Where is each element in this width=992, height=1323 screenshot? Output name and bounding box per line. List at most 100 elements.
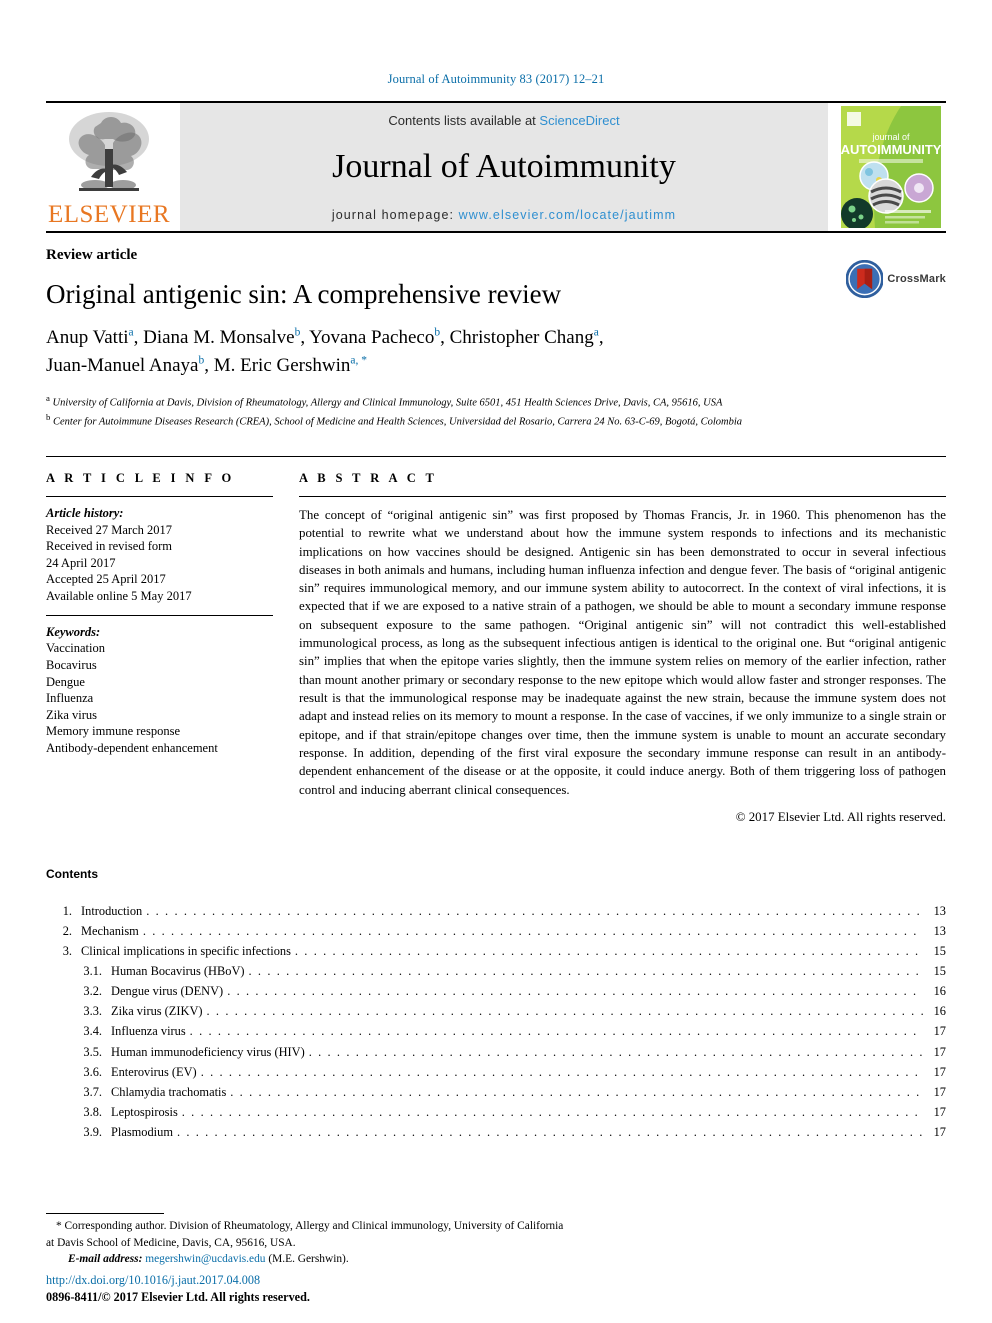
toc-entry[interactable]: 3.5. Human immunodeficiency virus (HIV) …: [46, 1042, 946, 1062]
toc-leader-dots: . . . . . . . . . . . . . . . . . . . . …: [230, 1084, 923, 1099]
running-head: Journal of Autoimmunity 83 (2017) 12–21: [387, 72, 605, 86]
author-item[interactable]: Juan-Manuel Anayab: [46, 355, 204, 376]
journal-homepage-prefix: journal homepage:: [331, 207, 459, 222]
toc-label: Clinical implications in specific infect…: [81, 944, 291, 959]
toc-page-number: 17: [933, 1084, 946, 1099]
keyword-item: Bocavirus: [46, 657, 97, 672]
toc-label: Introduction: [81, 903, 143, 918]
toc-number: 3.4.: [83, 1024, 102, 1039]
cover-image: journal of AUTOIMMUNITY: [841, 106, 941, 228]
toc-entry[interactable]: 3.7. Chlamydia trachomatis . . . . . . .…: [46, 1082, 946, 1102]
author-affil-mark: a, *: [350, 354, 368, 367]
toc-leader-dots: . . . . . . . . . . . . . . . . . . . . …: [200, 1064, 923, 1079]
keyword-item: Vaccination: [46, 641, 106, 656]
author-item[interactable]: M. Eric Gershwina, *: [214, 355, 367, 376]
toc-entry[interactable]: 3.6. Enterovirus (EV) . . . . . . . . . …: [46, 1062, 946, 1082]
abstract-text: The concept of “original antigenic sin” …: [299, 507, 946, 797]
contents-available-line: Contents lists available at ScienceDirec…: [388, 113, 619, 128]
toc-entry[interactable]: 3.2. Dengue virus (DENV) . . . . . . . .…: [46, 981, 946, 1001]
author-affil-mark: a: [593, 327, 599, 340]
journal-homepage-link[interactable]: www.elsevier.com/locate/jautimm: [459, 208, 677, 222]
toc-label: Zika virus (ZIKV): [111, 1004, 203, 1019]
toc-leader-dots: . . . . . . . . . . . . . . . . . . . . …: [142, 924, 923, 939]
toc-number: 1.: [62, 903, 72, 918]
elsevier-tree-icon: [61, 109, 157, 201]
footnote-rule: [46, 1213, 164, 1215]
toc-label: Influenza virus: [111, 1024, 186, 1039]
toc-label: Dengue virus (DENV): [111, 984, 224, 999]
abstract-copyright: © 2017 Elsevier Ltd. All rights reserved…: [735, 809, 946, 824]
toc-number: 3.2.: [83, 984, 102, 999]
keyword-item: Memory immune response: [46, 724, 181, 739]
toc-number: 3.5.: [83, 1044, 102, 1059]
article-history-item: Received in revised form: [46, 539, 172, 554]
toc-entry[interactable]: 3.4. Influenza virus . . . . . . . . . .…: [46, 1021, 946, 1041]
author-item[interactable]: Christopher Changa: [450, 327, 599, 348]
journal-article-page: Journal of Autoimmunity 83 (2017) 12–21: [0, 0, 992, 1323]
toc-entry[interactable]: 2. Mechanism . . . . . . . . . . . . . .…: [46, 921, 946, 941]
contents-available-prefix: Contents lists available at: [388, 112, 540, 128]
author-list: Anup Vattia, Diana M. Monsalveb, Yovana …: [46, 327, 604, 376]
footnote-text: * Corresponding author. Division of Rheu…: [46, 1220, 564, 1249]
affiliation-mark: b: [46, 412, 51, 423]
toc-entry[interactable]: 3.1. Human Bocavirus (HBoV) . . . . . . …: [46, 961, 946, 981]
toc-label: Chlamydia trachomatis: [111, 1084, 227, 1099]
toc-entry[interactable]: 3. Clinical implications in specific inf…: [46, 941, 946, 961]
info-abstract-region: A R T I C L E I N F O Article history: R…: [46, 455, 946, 825]
toc-leader-dots: . . . . . . . . . . . . . . . . . . . . …: [189, 1024, 923, 1039]
keyword-item: Antibody-dependent enhancement: [46, 741, 218, 756]
article-history-group: Article history: Received 27 March 2017 …: [46, 497, 273, 615]
toc-leader-dots: . . . . . . . . . . . . . . . . . . . . …: [206, 1004, 923, 1019]
affiliation-item: b Center for Autoimmune Diseases Researc…: [46, 411, 946, 430]
author-item[interactable]: Anup Vattia: [46, 327, 134, 348]
author-item[interactable]: Diana M. Monsalveb: [143, 327, 300, 348]
toc-number: 3.3.: [83, 1004, 102, 1019]
keyword-item: Influenza: [46, 691, 94, 706]
toc-page-number: 13: [933, 924, 946, 939]
sciencedirect-link[interactable]: ScienceDirect: [539, 113, 619, 128]
toc-leader-dots: . . . . . . . . . . . . . . . . . . . . …: [146, 903, 923, 918]
toc-number: 2.: [62, 924, 72, 939]
email-link[interactable]: megershwin@ucdavis.edu: [145, 1253, 265, 1265]
affiliation-text: University of California at Davis, Divis…: [52, 397, 723, 409]
author-affil-mark: b: [434, 327, 441, 340]
toc-entry[interactable]: 3.8. Leptospirosis . . . . . . . . . . .…: [46, 1102, 946, 1122]
toc-page-number: 16: [933, 984, 946, 999]
toc-page-number: 15: [933, 964, 946, 979]
toc-label: Enterovirus (EV): [111, 1064, 197, 1079]
journal-masthead: ELSEVIER Contents lists available at Sci…: [46, 101, 946, 231]
svg-text:AUTOIMMUNITY: AUTOIMMUNITY: [841, 142, 941, 157]
toc-page-number: 17: [933, 1024, 946, 1039]
toc-page-number: 17: [933, 1044, 946, 1059]
author-name: Yovana Pacheco: [309, 327, 435, 349]
author-affil-mark: a: [128, 327, 134, 340]
toc-page-number: 17: [933, 1064, 946, 1079]
journal-cover-thumbnail: journal of AUTOIMMUNITY: [836, 103, 946, 231]
crossmark-badge[interactable]: CrossMark: [846, 255, 946, 303]
journal-title: Journal of Autoimmunity: [332, 147, 676, 185]
article-history-label: Article history:: [46, 505, 124, 520]
toc-leader-dots: . . . . . . . . . . . . . . . . . . . . …: [294, 944, 923, 959]
toc-entry[interactable]: 1. Introduction . . . . . . . . . . . . …: [46, 901, 946, 921]
author-name: M. Eric Gershwin: [213, 354, 351, 376]
doi-block: http://dx.doi.org/10.1016/j.jaut.2017.04…: [46, 1272, 310, 1305]
toc-number: 3.8.: [83, 1104, 102, 1119]
toc-leader-dots: . . . . . . . . . . . . . . . . . . . . …: [308, 1044, 923, 1059]
toc-entry[interactable]: 3.9. Plasmodium . . . . . . . . . . . . …: [46, 1122, 946, 1142]
author-name: Diana M. Monsalve: [143, 327, 295, 349]
doi-link[interactable]: http://dx.doi.org/10.1016/j.jaut.2017.04…: [46, 1272, 310, 1288]
toc-leader-dots: . . . . . . . . . . . . . . . . . . . . …: [176, 1124, 923, 1139]
article-info-column: A R T I C L E I N F O Article history: R…: [46, 457, 291, 825]
masthead-center: Contents lists available at ScienceDirec…: [180, 103, 828, 231]
toc-page-number: 17: [933, 1104, 946, 1119]
toc-label: Plasmodium: [111, 1124, 173, 1139]
crossmark-icon: [846, 260, 884, 298]
toc-number: 3.7.: [83, 1084, 102, 1099]
keyword-item: Dengue: [46, 674, 85, 689]
toc-number: 3.1.: [83, 964, 102, 979]
author-affil-mark: b: [294, 327, 301, 340]
article-history-item: Received 27 March 2017: [46, 522, 173, 537]
author-item[interactable]: Yovana Pachecob: [309, 327, 440, 348]
toc-entry[interactable]: 3.3. Zika virus (ZIKV) . . . . . . . . .…: [46, 1001, 946, 1021]
author-name: Christopher Chang: [449, 327, 594, 349]
